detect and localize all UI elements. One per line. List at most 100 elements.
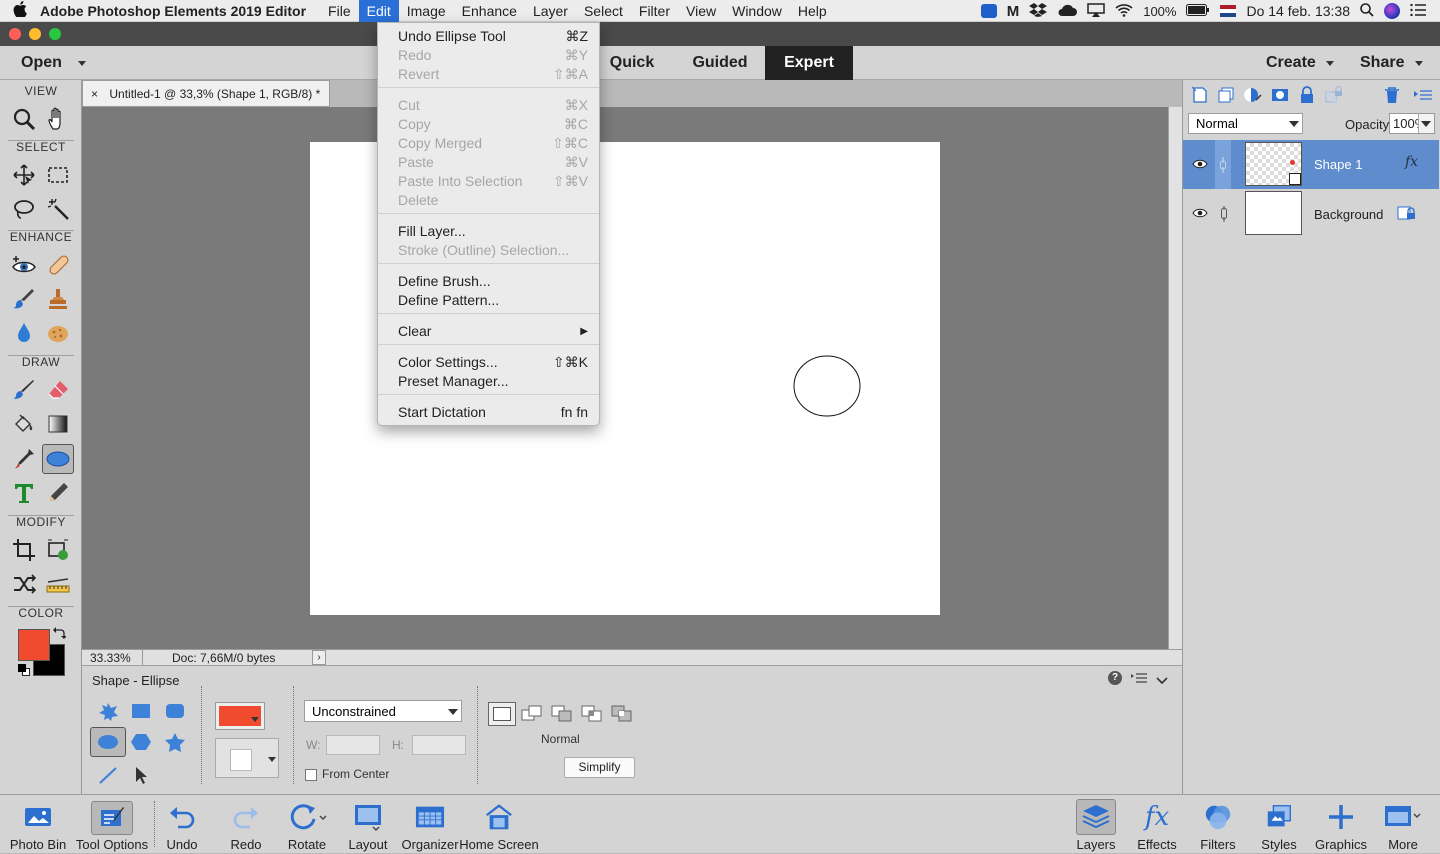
marquee-tool-icon[interactable] [42, 160, 74, 190]
battery-percent[interactable]: 100% [1143, 4, 1176, 19]
battery-icon[interactable] [1186, 3, 1210, 19]
content-aware-move-tool-icon[interactable] [8, 569, 40, 599]
constraint-dropdown[interactable]: Unconstrained [304, 700, 462, 722]
menu-item-copy-merged[interactable]: Copy Merged ⇧⌘C [378, 134, 599, 153]
close-window-button[interactable] [9, 28, 21, 40]
menu-window[interactable]: Window [724, 0, 790, 22]
panel-menu-icon[interactable] [1130, 671, 1148, 688]
menu-item-define-brush[interactable]: Define Brush... [378, 272, 599, 291]
magic-wand-tool-icon[interactable] [42, 194, 74, 224]
simplify-button[interactable]: Simplify [564, 757, 635, 778]
recompose-tool-icon[interactable] [42, 535, 74, 565]
move-tool-icon[interactable] [8, 160, 40, 190]
star-shape-icon[interactable] [159, 727, 191, 757]
menu-item-redo[interactable]: Redo ⌘Y [378, 46, 599, 65]
create-button[interactable]: Create [1266, 46, 1346, 80]
menu-image[interactable]: Image [399, 0, 454, 22]
shape-style-picker[interactable] [215, 738, 279, 778]
layer-row-background[interactable]: Background [1183, 189, 1439, 238]
styles-button[interactable]: Styles [1254, 795, 1304, 854]
layer-thumbnail[interactable] [1245, 142, 1302, 186]
tab-guided[interactable]: Guided [680, 46, 760, 80]
delete-layer-icon[interactable] [1383, 86, 1401, 107]
menu-item-stroke-outline-selection[interactable]: Stroke (Outline) Selection... [378, 241, 599, 260]
brush-tool-icon[interactable] [8, 375, 40, 405]
layer-link-icon[interactable] [1215, 140, 1231, 189]
clone-stamp-tool-icon[interactable] [42, 284, 74, 314]
cloud-icon[interactable] [1057, 3, 1078, 20]
wifi-icon[interactable] [1115, 3, 1133, 20]
layer-row-shape-1[interactable]: Shape 1 fx [1183, 140, 1439, 189]
notification-center-icon[interactable] [1410, 3, 1426, 19]
menu-item-cut[interactable]: Cut ⌘X [378, 96, 599, 115]
default-colors-icon[interactable] [18, 664, 30, 676]
type-tool-icon[interactable] [8, 478, 40, 508]
vertical-scrollbar[interactable] [1168, 107, 1182, 649]
menu-item-revert[interactable]: Revert ⇧⌘A [378, 65, 599, 84]
ellipse-shape-icon[interactable] [90, 727, 126, 757]
lock-transparency-icon[interactable] [1325, 86, 1343, 107]
paint-bucket-tool-icon[interactable] [8, 409, 40, 439]
apple-icon[interactable] [0, 0, 40, 21]
layer-name[interactable]: Shape 1 [1314, 157, 1362, 172]
menu-item-color-settings[interactable]: Color Settings... ⇧⌘K [378, 353, 599, 372]
rotate-button[interactable]: Rotate [282, 795, 332, 854]
close-icon[interactable]: × [91, 87, 98, 101]
doc-info-arrow-button[interactable]: › [312, 650, 326, 665]
open-button[interactable]: Open [21, 46, 91, 80]
share-button[interactable]: Share [1360, 46, 1430, 80]
menu-item-define-pattern[interactable]: Define Pattern... [378, 291, 599, 310]
tab-expert[interactable]: Expert [765, 46, 853, 80]
undo-button[interactable]: Undo [162, 795, 202, 854]
width-field[interactable] [326, 735, 380, 755]
rounded-rectangle-shape-icon[interactable] [159, 696, 191, 726]
filters-button[interactable]: Filters [1193, 795, 1243, 854]
eraser-tool-icon[interactable] [42, 375, 74, 405]
malwarebytes-icon[interactable]: M [1007, 3, 1020, 20]
from-center-label[interactable]: From Center [322, 767, 389, 781]
from-center-checkbox[interactable] [305, 769, 317, 781]
zoom-tool-icon[interactable] [8, 104, 40, 134]
exclude-overlapping-shape-areas-icon[interactable] [610, 704, 634, 727]
fx-icon[interactable]: fx [1405, 154, 1418, 170]
menu-edit[interactable]: Edit [358, 0, 399, 22]
photo-bin-button[interactable]: Photo Bin [8, 795, 68, 854]
add-to-shape-area-icon[interactable] [520, 704, 544, 727]
pencil-tool-icon[interactable] [42, 478, 74, 508]
custom-shape-icon[interactable] [92, 696, 124, 726]
menu-select[interactable]: Select [576, 0, 631, 22]
app-name[interactable]: Adobe Photoshop Elements 2019 Editor [40, 3, 306, 19]
airplay-icon[interactable] [1087, 2, 1105, 20]
sponge-tool-icon[interactable] [42, 318, 74, 348]
clock[interactable]: Do 14 feb. 13:38 [1246, 3, 1350, 19]
ellipse-shape-tool-icon[interactable] [42, 444, 74, 474]
layer-name[interactable]: Background [1314, 207, 1383, 222]
effects-button[interactable]: fx Effects [1132, 795, 1182, 854]
swap-colors-icon[interactable] [52, 626, 67, 643]
help-icon[interactable]: ? [1108, 671, 1122, 685]
gradient-tool-icon[interactable] [42, 409, 74, 439]
panel-menu-icon[interactable] [1413, 88, 1433, 105]
menu-item-fill-layer[interactable]: Fill Layer... [378, 222, 599, 241]
menu-filter[interactable]: Filter [631, 0, 678, 22]
menu-item-undo-ellipse-tool[interactable]: Undo Ellipse Tool ⌘Z [378, 27, 599, 46]
document-tab[interactable]: × Untitled-1 @ 33,3% (Shape 1, RGB/8) * [82, 80, 330, 107]
smart-brush-tool-icon[interactable] [8, 284, 40, 314]
visibility-eye-icon[interactable] [1192, 158, 1208, 173]
teamviewer-icon[interactable] [980, 4, 997, 18]
flag-nl-icon[interactable] [1220, 5, 1237, 17]
foreground-color-swatch[interactable] [18, 629, 50, 661]
menu-item-copy[interactable]: Copy ⌘C [378, 115, 599, 134]
rectangle-shape-icon[interactable] [125, 696, 157, 726]
new-layer-icon[interactable] [1191, 86, 1209, 107]
menu-item-delete[interactable]: Delete [378, 191, 599, 210]
layer-thumbnail[interactable] [1245, 191, 1302, 235]
menu-item-clear[interactable]: Clear ▶ [378, 322, 599, 341]
chevron-down-icon[interactable] [1418, 114, 1434, 133]
menu-item-paste[interactable]: Paste ⌘V [378, 153, 599, 172]
tab-quick[interactable]: Quick [600, 46, 664, 80]
layout-button[interactable]: Layout [344, 795, 392, 854]
graphics-button[interactable]: Graphics [1314, 795, 1368, 854]
minimize-window-button[interactable] [29, 28, 41, 40]
menu-enhance[interactable]: Enhance [454, 0, 525, 22]
